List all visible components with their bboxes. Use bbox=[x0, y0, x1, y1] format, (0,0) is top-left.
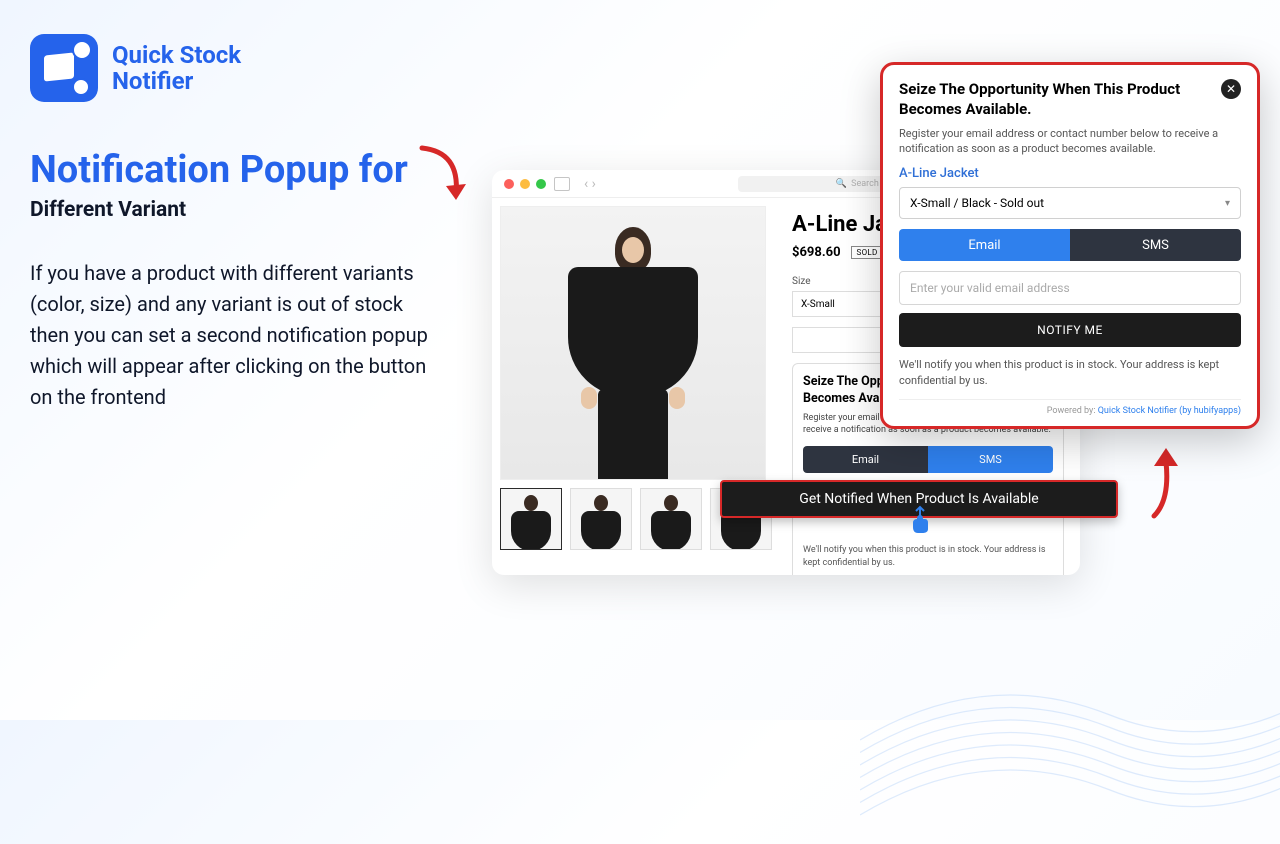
email-input[interactable]: Enter your valid email address bbox=[899, 271, 1241, 305]
popup-title: Seize The Opportunity When This Product … bbox=[899, 79, 1211, 120]
thumbnail[interactable] bbox=[500, 488, 562, 550]
product-price: $698.60 bbox=[792, 245, 841, 260]
inline-panel-note: We'll notify you when this product is in… bbox=[803, 544, 1053, 569]
arrow-up-icon bbox=[1140, 440, 1190, 526]
powered-link[interactable]: Quick Stock Notifier (by hubifyapps) bbox=[1098, 406, 1241, 416]
popup-footer: Powered by: Quick Stock Notifier (by hub… bbox=[899, 399, 1241, 416]
sidebar-toggle-icon[interactable] bbox=[554, 177, 570, 191]
popup-desc: Register your email address or contact n… bbox=[899, 126, 1241, 157]
tab-sms[interactable]: SMS bbox=[1070, 229, 1241, 261]
nav-arrows[interactable]: ‹ › bbox=[584, 176, 596, 192]
chevron-down-icon: ▾ bbox=[1225, 198, 1230, 209]
page-body: If you have a product with different var… bbox=[30, 258, 440, 413]
popup-note: We'll notify you when this product is in… bbox=[899, 357, 1241, 389]
thumbnail[interactable] bbox=[640, 488, 702, 550]
notify-me-button[interactable]: NOTIFY ME bbox=[899, 313, 1241, 347]
logo-icon bbox=[30, 34, 98, 102]
notification-popup: Seize The Opportunity When This Product … bbox=[880, 62, 1260, 429]
logo-block: Quick StockNotifier bbox=[30, 34, 241, 102]
traffic-lights bbox=[504, 179, 546, 189]
variant-select[interactable]: X-Small / Black - Sold out ▾ bbox=[899, 187, 1241, 219]
thumbnail[interactable] bbox=[570, 488, 632, 550]
size-select[interactable]: X-Small bbox=[792, 291, 884, 317]
tab-sms[interactable]: SMS bbox=[928, 446, 1053, 473]
tab-email[interactable]: Email bbox=[803, 446, 928, 473]
page-headline: Notification Popup for bbox=[30, 148, 408, 192]
logo-text: Quick StockNotifier bbox=[112, 42, 241, 95]
tab-email[interactable]: Email bbox=[899, 229, 1070, 261]
product-main-image bbox=[500, 206, 766, 480]
arrow-down-icon bbox=[412, 142, 474, 218]
page-subhead: Different Variant bbox=[30, 198, 186, 222]
search-icon: 🔍 bbox=[836, 179, 847, 189]
close-icon[interactable]: ✕ bbox=[1221, 79, 1241, 99]
popup-product-name: A-Line Jacket bbox=[899, 166, 1241, 181]
cursor-icon bbox=[908, 505, 934, 539]
